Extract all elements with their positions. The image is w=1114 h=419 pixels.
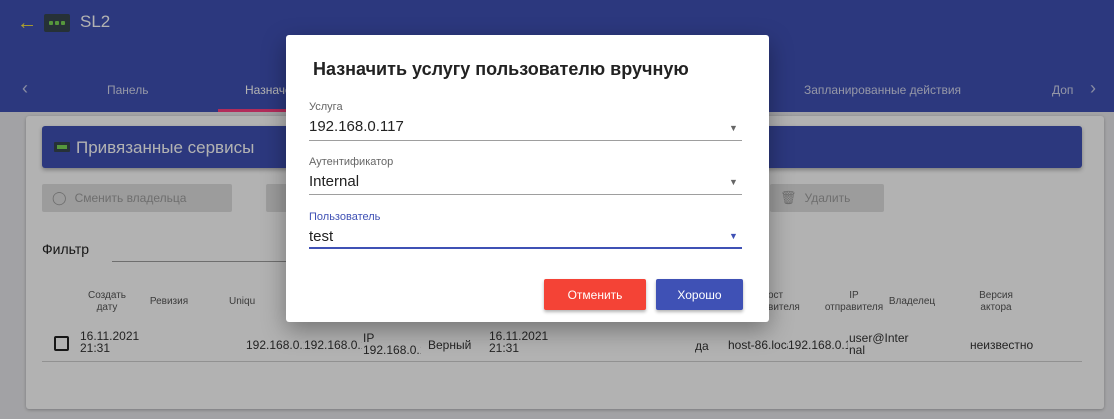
service-select[interactable]: 192.168.0.117 <box>309 118 741 135</box>
assign-service-dialog: Назначить услугу пользователю вручную Ус… <box>286 35 769 322</box>
user-select[interactable]: test <box>309 228 741 245</box>
chevron-down-icon[interactable]: ▼ <box>729 231 738 241</box>
service-field-label: Услуга <box>309 101 343 113</box>
authenticator-select[interactable]: Internal <box>309 173 741 190</box>
user-select-underline <box>309 247 742 249</box>
dialog-title: Назначить услугу пользователю вручную <box>313 59 689 79</box>
ok-button[interactable]: Хорошо <box>656 279 743 310</box>
chevron-down-icon[interactable]: ▼ <box>729 123 738 133</box>
authenticator-field-label: Аутентификатор <box>309 156 394 168</box>
cancel-button[interactable]: Отменить <box>544 279 646 310</box>
chevron-down-icon[interactable]: ▼ <box>729 177 738 187</box>
user-field-label: Пользователь <box>309 211 381 223</box>
authenticator-select-underline <box>309 194 742 195</box>
service-select-underline <box>309 140 742 141</box>
